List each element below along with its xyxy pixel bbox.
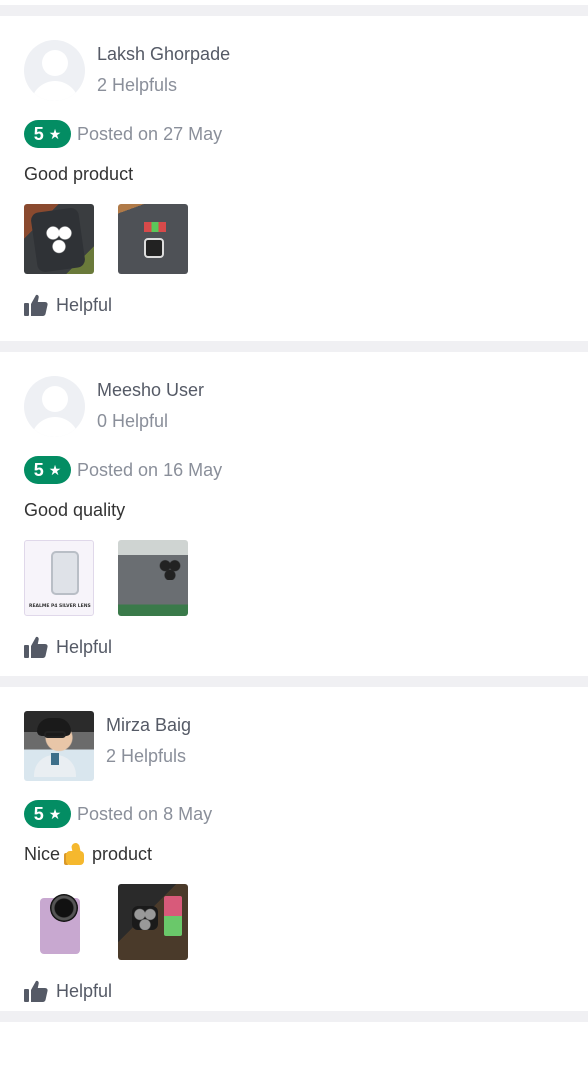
posted-date: Posted on 8 May xyxy=(77,803,213,824)
star-icon: ★ xyxy=(48,806,62,822)
review-comment: Nice product xyxy=(24,842,564,866)
review-comment: Good quality xyxy=(24,498,564,522)
review-user: Laksh Ghorpade 2 Helpfuls xyxy=(24,40,564,101)
review-card: Laksh Ghorpade 2 Helpfuls 5 ★ Posted on … xyxy=(0,16,588,341)
section-divider xyxy=(0,341,588,352)
review-photo[interactable] xyxy=(118,204,188,274)
review-photo[interactable] xyxy=(24,204,94,274)
section-divider xyxy=(0,0,588,16)
helpful-button[interactable]: Helpful xyxy=(24,636,112,658)
review-comment-text-after: product xyxy=(92,844,153,864)
rating-badge: 5 ★ xyxy=(24,120,71,148)
review-comment-text: Good product xyxy=(24,164,134,184)
rating-badge: 5 ★ xyxy=(24,800,71,828)
review-photo[interactable] xyxy=(24,884,94,960)
review-photo[interactable] xyxy=(24,540,94,616)
default-avatar-icon xyxy=(24,40,85,101)
helpful-count: 2 Helpfuls xyxy=(97,75,178,95)
rating-value: 5 xyxy=(33,459,44,480)
review-comment: Good product xyxy=(24,162,564,186)
review-comment-text: Good quality xyxy=(24,500,126,520)
thumbs-up-icon xyxy=(24,294,48,316)
default-avatar-icon xyxy=(24,376,85,437)
helpful-label: Helpful xyxy=(56,980,113,1001)
section-divider xyxy=(0,1011,588,1022)
review-user: Meesho User 0 Helpful xyxy=(24,376,564,437)
review-photo[interactable] xyxy=(118,884,188,960)
review-card: Mirza Baig 2 Helpfuls 5 ★ Posted on 8 Ma… xyxy=(0,687,588,1011)
rating-value: 5 xyxy=(33,123,44,144)
rating-badge: 5 ★ xyxy=(24,456,71,484)
user-avatar-photo xyxy=(24,711,94,781)
review-user: Mirza Baig 2 Helpfuls xyxy=(24,711,564,781)
review-comment-text: Nice xyxy=(24,844,61,864)
star-icon: ★ xyxy=(48,462,62,478)
star-icon: ★ xyxy=(48,126,62,142)
helpful-label: Helpful xyxy=(56,636,113,657)
thumbs-up-icon xyxy=(24,636,48,658)
section-divider xyxy=(0,676,588,687)
reviewer-name: Laksh Ghorpade xyxy=(97,44,231,64)
helpful-count: 0 Helpful xyxy=(97,411,169,431)
review-card: Meesho User 0 Helpful 5 ★ Posted on 16 M… xyxy=(0,352,588,676)
reviewer-name: Mirza Baig xyxy=(106,715,192,735)
helpful-button[interactable]: Helpful xyxy=(24,980,112,1002)
posted-date: Posted on 27 May xyxy=(77,123,223,144)
helpful-button[interactable]: Helpful xyxy=(24,294,112,316)
thumbs-up-icon xyxy=(24,980,48,1002)
helpful-count: 2 Helpfuls xyxy=(106,746,187,766)
thumbs-up-emoji-icon xyxy=(64,842,88,866)
review-photo[interactable] xyxy=(118,540,188,616)
rating-value: 5 xyxy=(33,803,44,824)
reviewer-name: Meesho User xyxy=(97,380,205,400)
helpful-label: Helpful xyxy=(56,294,113,315)
posted-date: Posted on 16 May xyxy=(77,459,223,480)
